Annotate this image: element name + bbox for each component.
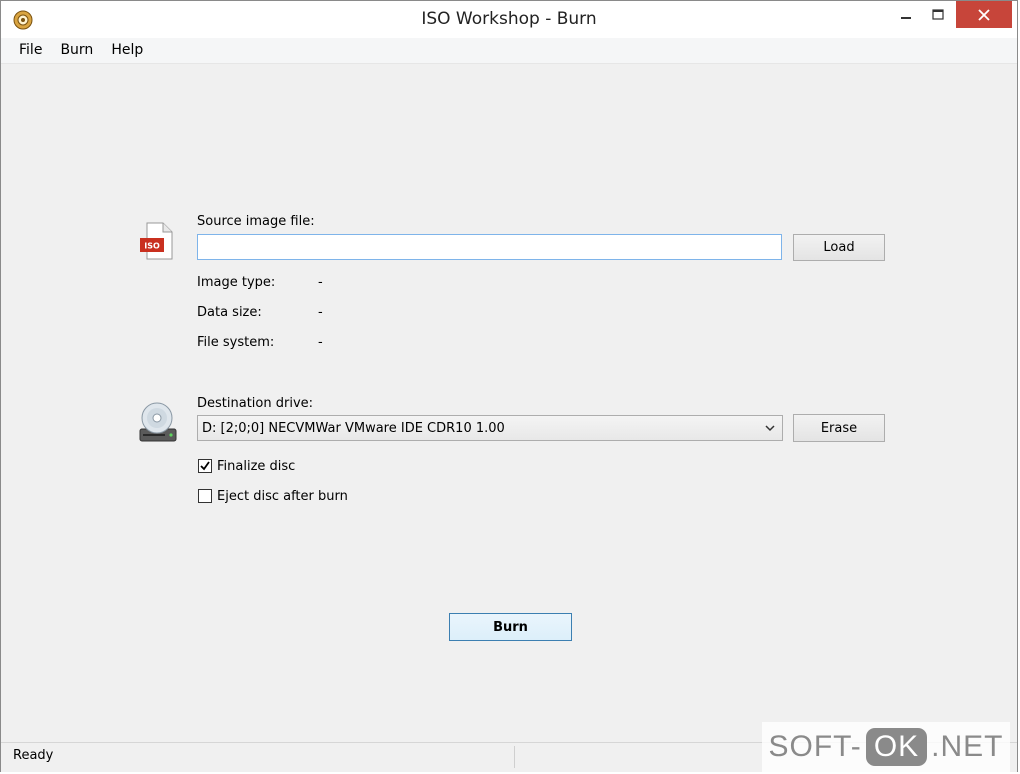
iso-icon-text: ISO [144,242,160,251]
file-system-label: File system: [197,335,275,350]
title-bar[interactable]: ISO Workshop - Burn [1,1,1017,38]
watermark-ok: OK [865,728,928,766]
chevron-down-icon [765,425,775,432]
menu-bar: File Burn Help [1,38,1017,64]
destination-drive-label: Destination drive: [197,396,314,411]
load-button[interactable]: Load [793,234,885,261]
file-system-value: - [318,335,323,350]
menu-burn[interactable]: Burn [51,38,102,63]
watermark-left: SOFT- [768,730,862,763]
finalize-disc-checkbox[interactable] [198,459,212,473]
disc-drive-icon [139,402,177,442]
minimize-icon [901,16,911,19]
status-separator [514,746,515,768]
checkmark-icon [200,461,210,471]
watermark-right: .NET [931,730,1004,763]
iso-file-icon: ISO [140,222,173,260]
close-icon [978,8,990,21]
maximize-icon [932,8,944,20]
window-title: ISO Workshop - Burn [421,9,597,29]
menu-file[interactable]: File [1,38,51,63]
status-text: Ready [13,748,54,763]
image-type-label: Image type: [197,275,276,290]
menu-help[interactable]: Help [102,38,152,63]
destination-drive-select[interactable]: D: [2;0;0] NECVMWar VMware IDE CDR10 1.0… [197,415,783,441]
maximize-button[interactable] [923,1,953,28]
close-button[interactable] [956,1,1012,28]
data-size-value: - [318,305,323,320]
destination-drive-value: D: [2;0;0] NECVMWar VMware IDE CDR10 1.0… [202,421,505,436]
minimize-button[interactable] [891,1,921,28]
app-window: ISO Workshop - Burn File Burn Help ISO S… [0,0,1018,772]
eject-disc-checkbox[interactable] [198,489,212,503]
finalize-disc-label[interactable]: Finalize disc [217,459,295,474]
source-image-label: Source image file: [197,214,315,229]
data-size-label: Data size: [197,305,262,320]
source-image-input[interactable] [197,234,782,260]
image-type-value: - [318,275,323,290]
burn-button[interactable]: Burn [449,613,572,641]
erase-button[interactable]: Erase [793,414,885,442]
watermark: SOFT- OK .NET [762,722,1010,772]
eject-disc-label[interactable]: Eject disc after burn [217,489,348,504]
